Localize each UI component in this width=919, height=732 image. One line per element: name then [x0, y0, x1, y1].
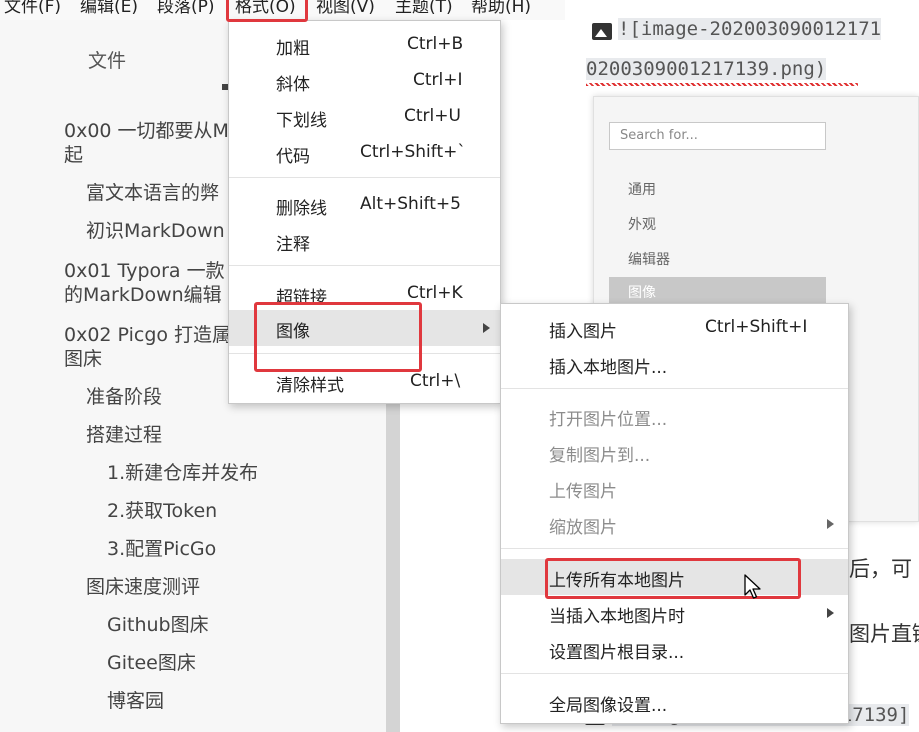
toc-item[interactable]: 起	[64, 142, 83, 168]
menu-item-strikethrough[interactable]: 删除线 Alt+Shift+5	[229, 187, 500, 223]
menu-item-shortcut: Ctrl+K	[407, 283, 463, 303]
submenu-arrow-icon	[483, 323, 490, 333]
menu-item-label: 删除线	[276, 199, 327, 219]
menu-item-comment[interactable]: 注释	[229, 223, 500, 259]
submenu-item-insert-local-image[interactable]: 插入本地图片...	[501, 346, 848, 382]
menu-item-shortcut: Ctrl+U	[404, 106, 461, 126]
menu-file[interactable]: 文件(F)	[4, 0, 61, 18]
menu-item-shortcut: Ctrl+I	[413, 70, 463, 90]
menu-item-label: 下划线	[276, 111, 327, 131]
menu-item-label: 插入图片	[549, 322, 617, 342]
menu-view[interactable]: 视图(V)	[316, 0, 375, 18]
submenu-item-when-insert-local-image[interactable]: 当插入本地图片时	[501, 595, 848, 631]
menu-item-label: 当插入本地图片时	[549, 607, 685, 627]
menu-item-bold[interactable]: 加粗 Ctrl+B	[229, 27, 500, 63]
embedded-search-input: Search for...	[609, 122, 826, 150]
submenu-arrow-icon	[827, 608, 834, 618]
toc-item[interactable]: 0x00 一切都要从M	[64, 118, 229, 144]
annotation-box-image-item	[254, 302, 422, 372]
paragraph-text: 图片直链	[849, 622, 919, 646]
menu-item-label: 复制图片到...	[549, 446, 651, 466]
menu-item-label: 加粗	[276, 39, 310, 59]
embedded-settings-active-label: 图像	[628, 285, 656, 301]
embedded-settings-active: 图像	[609, 277, 826, 305]
menu-item-label: 打开图片位置...	[549, 410, 668, 430]
markdown-image-source-cont[interactable]: 0200309001217139.png)	[586, 58, 827, 80]
menu-edit[interactable]: 编辑(E)	[80, 0, 138, 18]
sidebar-tab-files[interactable]: 文件	[88, 46, 126, 73]
embedded-settings-item: 外观	[628, 217, 656, 233]
menu-item-shortcut: Alt+Shift+5	[360, 194, 461, 214]
submenu-item-insert-image[interactable]: 插入图片 Ctrl+Shift+I	[501, 310, 848, 346]
menu-separator	[229, 265, 500, 266]
toc-item[interactable]: 图床速度测评	[86, 574, 200, 600]
menu-item-label: 全局图像设置...	[549, 696, 668, 716]
menu-item-label: 注释	[276, 235, 310, 255]
toc-item[interactable]: 0x02 Picgo 打造属	[64, 322, 231, 348]
menu-item-label: 上传图片	[549, 482, 617, 502]
menu-item-label: 斜体	[276, 75, 310, 95]
menu-item-shortcut: Ctrl+B	[407, 34, 464, 54]
submenu-item-open-image-location[interactable]: 打开图片位置...	[501, 398, 848, 434]
menu-separator	[501, 673, 848, 674]
embedded-settings-item: 编辑器	[628, 252, 670, 268]
submenu-item-global-image-settings[interactable]: 全局图像设置...	[501, 684, 848, 720]
spellcheck-underline	[586, 83, 858, 86]
markdown-image-source[interactable]: ![image-202003090012171	[618, 18, 882, 40]
submenu-item-upload-image[interactable]: 上传图片	[501, 470, 848, 506]
paragraph-text: 后，可	[849, 557, 912, 581]
submenu-item-copy-image-to[interactable]: 复制图片到...	[501, 434, 848, 470]
image-icon	[592, 23, 612, 40]
toc-item[interactable]: 初识MarkDown	[86, 218, 225, 244]
submenu-item-set-image-root[interactable]: 设置图片根目录...	[501, 631, 848, 667]
menu-item-shortcut: Ctrl+\	[410, 371, 461, 391]
toc-item[interactable]: 1.新建仓库并发布	[107, 460, 258, 486]
menu-item-label: 插入本地图片...	[549, 358, 668, 378]
menu-item-label: 缩放图片	[549, 518, 617, 538]
menu-item-code[interactable]: 代码 Ctrl+Shift+`	[229, 135, 500, 171]
mouse-cursor-icon	[744, 574, 761, 599]
menu-item-shortcut: Ctrl+Shift+I	[705, 317, 808, 337]
menu-theme[interactable]: 主题(T)	[395, 0, 453, 18]
toc-item[interactable]: 的MarkDown编辑	[64, 282, 222, 308]
menu-separator	[229, 177, 500, 178]
menu-item-shortcut: Ctrl+Shift+`	[360, 142, 466, 162]
toc-item[interactable]: 富文本语言的弊	[86, 180, 219, 206]
submenu-arrow-icon	[827, 519, 834, 529]
toc-item[interactable]: 搭建过程	[86, 422, 162, 448]
menu-separator	[501, 388, 848, 389]
menu-item-label: 清除样式	[276, 376, 344, 396]
toc-item[interactable]: 博客园	[107, 688, 164, 714]
menu-help[interactable]: 帮助(H)	[471, 0, 531, 18]
menu-paragraph[interactable]: 段落(P)	[157, 0, 215, 18]
embedded-settings-item: 通用	[628, 182, 656, 198]
toc-item[interactable]: Github图床	[107, 612, 209, 638]
submenu-item-scale-image[interactable]: 缩放图片	[501, 506, 848, 542]
menu-item-label: 代码	[276, 147, 310, 167]
toc-item[interactable]: 0x01 Typora 一款	[64, 258, 225, 284]
menu-separator	[501, 548, 848, 549]
annotation-box-format-menu	[226, 0, 308, 22]
menu-item-underline[interactable]: 下划线 Ctrl+U	[229, 99, 500, 135]
toc-item[interactable]: Gitee图床	[107, 650, 196, 676]
toc-item[interactable]: 准备阶段	[86, 384, 162, 410]
menu-item-italic[interactable]: 斜体 Ctrl+I	[229, 63, 500, 99]
toc-item[interactable]: 图床	[64, 346, 102, 372]
menu-item-label: 设置图片根目录...	[549, 643, 685, 663]
toc-item[interactable]: 3.配置PicGo	[107, 536, 216, 562]
image-submenu: 插入图片 Ctrl+Shift+I 插入本地图片... 打开图片位置... 复制…	[500, 303, 849, 724]
toc-item[interactable]: 2.获取Token	[107, 498, 217, 524]
